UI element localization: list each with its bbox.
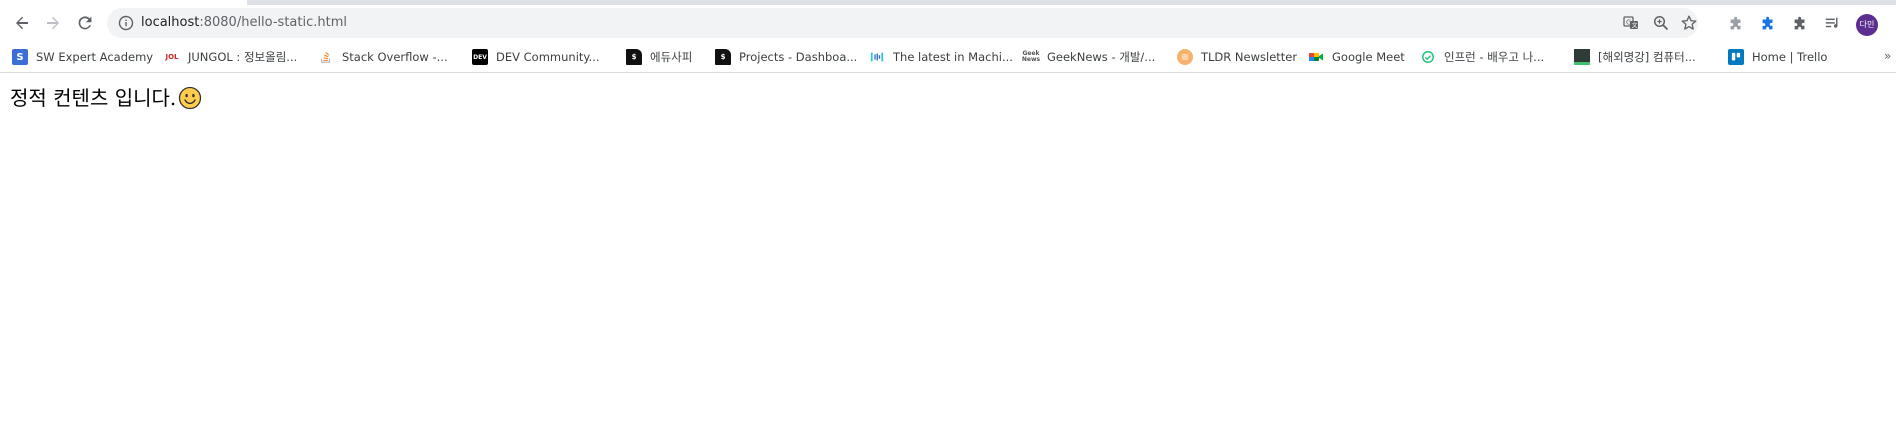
- smiley-emoji-icon: [178, 86, 202, 110]
- bookmark-label: [해외명강] 컴퓨터...: [1598, 50, 1696, 64]
- bookmark-label: DEV Community...: [496, 50, 600, 64]
- arrow-right-icon: [47, 16, 59, 30]
- bookmark-item[interactable]: [해외명강] 컴퓨터...: [1574, 47, 1696, 67]
- zoom-icon[interactable]: [1652, 14, 1670, 32]
- bookmark-item[interactable]: Stack Overflow -...: [318, 47, 448, 67]
- kmooc-icon: [1574, 49, 1590, 65]
- trello-icon: [1728, 49, 1744, 65]
- active-extension-icon[interactable]: [1758, 14, 1778, 34]
- google-meet-icon: [1308, 49, 1324, 65]
- static-content-paragraph: 정적 컨텐츠 입니다.: [10, 85, 202, 111]
- bookmark-item[interactable]: Home | Trello: [1728, 47, 1827, 67]
- url-host: localhost: [141, 15, 200, 30]
- bookmark-label: TLDR Newsletter: [1201, 50, 1298, 64]
- extension-puzzle-icon[interactable]: [1726, 14, 1746, 34]
- geeknews-icon: Geek News: [1021, 50, 1041, 63]
- url-path: :8080/hello-static.html: [199, 15, 347, 30]
- reload-button[interactable]: [71, 9, 99, 37]
- bookmark-item[interactable]: Google Meet: [1308, 47, 1405, 67]
- reload-icon: [78, 16, 92, 30]
- svg-text:文: 文: [1632, 22, 1638, 30]
- bookmark-item[interactable]: DEV DEV Community...: [472, 47, 600, 67]
- back-button[interactable]: [8, 9, 36, 37]
- bookmark-label: SW Expert Academy: [36, 50, 154, 64]
- bookmark-item[interactable]: $ Projects - Dashboa...: [715, 47, 857, 67]
- site-info-icon[interactable]: [117, 14, 135, 32]
- page-text: 정적 컨텐츠 입니다.: [10, 86, 177, 110]
- browser-toolbar: localhost:8080/hello-static.html G文 다민: [0, 5, 1896, 41]
- bookmarks-bar: S SW Expert Academy JOL JUNGOL : 정보올림...…: [0, 41, 1896, 73]
- bookmark-label: Projects - Dashboa...: [739, 50, 858, 64]
- bookmark-doc-icon: $: [715, 49, 731, 65]
- extensions-menu-icon[interactable]: [1790, 14, 1810, 34]
- stackoverflow-icon: [318, 49, 334, 65]
- bookmark-item[interactable]: Geek News GeekNews - 개발/...: [1021, 47, 1156, 67]
- reading-list-icon[interactable]: [1823, 14, 1843, 34]
- bookmark-label: GeekNews - 개발/...: [1047, 50, 1156, 64]
- bookmark-item[interactable]: $ 에듀사피: [626, 47, 692, 67]
- address-bar[interactable]: localhost:8080/hello-static.html G文: [107, 8, 1698, 38]
- page-content: 정적 컨텐츠 입니다.: [0, 74, 1896, 442]
- inflearn-icon: [1420, 49, 1436, 65]
- bookmark-label: The latest in Machi...: [893, 50, 1013, 64]
- tldr-icon: [1177, 49, 1193, 65]
- arrow-left-icon: [16, 16, 28, 30]
- dev-icon: DEV: [472, 49, 488, 65]
- bookmark-label: Stack Overflow -...: [342, 50, 448, 64]
- bookmark-label: 에듀사피: [650, 50, 693, 64]
- bookmark-star-icon[interactable]: [1680, 14, 1698, 32]
- profile-avatar[interactable]: 다민: [1856, 14, 1878, 36]
- bookmark-doc-icon: $: [626, 49, 642, 65]
- jungol-icon: JOL: [165, 53, 179, 61]
- bookmark-item[interactable]: TLDR Newsletter: [1177, 47, 1297, 67]
- bookmark-item[interactable]: The latest in Machi...: [869, 47, 1013, 67]
- bookmark-item[interactable]: JOL JUNGOL : 정보올림...: [164, 47, 297, 67]
- bookmark-item[interactable]: S SW Expert Academy: [12, 47, 153, 67]
- bookmark-label: Home | Trello: [1752, 50, 1828, 64]
- url-text[interactable]: localhost:8080/hello-static.html: [141, 14, 347, 32]
- paperswithcode-icon: [869, 49, 885, 65]
- bookmark-label: 인프런 - 배우고 나...: [1444, 50, 1545, 64]
- forward-button[interactable]: [39, 9, 67, 37]
- translate-icon[interactable]: G文: [1622, 14, 1640, 32]
- swea-icon: S: [12, 49, 28, 65]
- bookmark-label: JUNGOL : 정보올림...: [188, 50, 298, 64]
- bookmark-item[interactable]: 인프런 - 배우고 나...: [1420, 47, 1544, 67]
- bookmark-label: Google Meet: [1332, 50, 1405, 64]
- bookmarks-overflow-button[interactable]: »: [1884, 49, 1891, 63]
